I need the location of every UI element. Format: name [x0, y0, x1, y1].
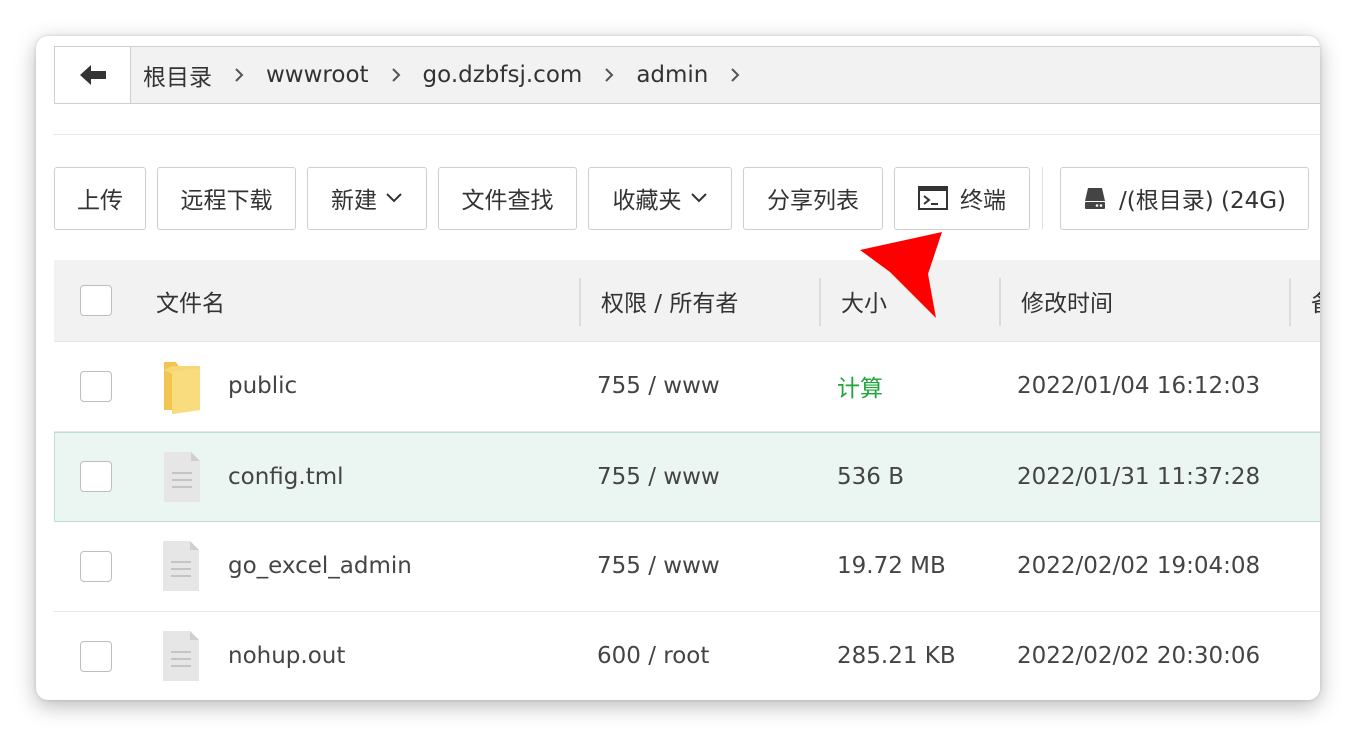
terminal-label: 终端: [960, 188, 1006, 214]
file-manager-window: 根目录 wwwroot go.dzbfsj.com admin 上传 远程下载: [36, 36, 1320, 700]
header-filename[interactable]: 文件名: [156, 260, 225, 342]
table-row[interactable]: nohup.out 600 / root 285.21 KB 2022/02/0…: [54, 612, 1320, 700]
file-search-label: 文件查找: [461, 188, 554, 214]
column-separator: [999, 278, 1001, 326]
toolbar: 上传 远程下载 新建 文件查找 收藏夹 分享列表 终端 /(根目录) (24G): [54, 166, 1320, 230]
header-extra[interactable]: 备: [1311, 260, 1320, 342]
chevron-right-icon: [730, 67, 740, 83]
row-checkbox[interactable]: [80, 461, 112, 492]
row-permission[interactable]: 600 / root: [597, 612, 709, 700]
row-mtime: 2022/02/02 19:04:08: [1017, 553, 1261, 579]
folder-icon: [164, 362, 200, 414]
file-search-button[interactable]: 文件查找: [438, 166, 577, 230]
breadcrumb-domain[interactable]: go.dzbfsj.com: [423, 62, 583, 88]
remote-download-label: 远程下载: [180, 188, 273, 214]
terminal-icon: [918, 186, 948, 210]
column-separator: [819, 278, 821, 326]
column-separator: [1289, 278, 1291, 326]
row-mtime: 2022/01/04 16:12:03: [1017, 373, 1261, 399]
new-dropdown-button[interactable]: 新建: [307, 166, 427, 230]
breadcrumb-admin[interactable]: admin: [636, 62, 708, 88]
row-mtime: 2022/01/31 11:37:28: [1017, 464, 1261, 490]
table-row[interactable]: go_excel_admin 755 / www 19.72 MB 2022/0…: [54, 522, 1320, 612]
header-mtime[interactable]: 修改时间: [1021, 260, 1113, 342]
disk-label: /(根目录) (24G): [1118, 188, 1287, 214]
remote-download-button[interactable]: 远程下载: [157, 166, 296, 230]
row-filename[interactable]: config.tml: [228, 433, 344, 521]
file-icon: [163, 631, 199, 681]
row-permission[interactable]: 755 / www: [597, 433, 720, 521]
toolbar-separator: [1042, 167, 1043, 229]
file-icon: [163, 541, 199, 591]
favorites-dropdown-button[interactable]: 收藏夹: [588, 166, 732, 230]
table-header: 文件名 权限 / 所有者 大小 修改时间 备: [54, 260, 1320, 342]
row-mtime: 2022/02/02 20:30:06: [1017, 643, 1261, 669]
row-filename[interactable]: public: [228, 342, 297, 430]
new-label: 新建: [331, 188, 377, 214]
chevron-right-icon: [234, 67, 244, 83]
column-separator: [579, 278, 581, 326]
row-permission[interactable]: 755 / www: [597, 342, 720, 430]
table-row-selected[interactable]: config.tml 755 / www 536 B 2022/01/31 11…: [54, 432, 1320, 522]
terminal-button[interactable]: 终端: [894, 166, 1030, 230]
upload-button[interactable]: 上传: [54, 166, 146, 230]
file-icon: [164, 452, 200, 502]
favorites-label: 收藏夹: [612, 188, 682, 214]
hard-drive-icon: [1083, 186, 1107, 210]
share-list-button[interactable]: 分享列表: [743, 166, 883, 230]
row-size: 285.21 KB: [837, 643, 956, 669]
table-row[interactable]: public 755 / www 计算 2022/01/04 16:12:03: [54, 342, 1320, 432]
row-size-calc-link[interactable]: 计算: [837, 342, 883, 430]
breadcrumb-wwwroot[interactable]: wwwroot: [266, 62, 369, 88]
header-permission[interactable]: 权限 / 所有者: [601, 260, 738, 342]
chevron-down-icon: [385, 192, 403, 204]
red-arrow-pointer: [860, 232, 942, 318]
select-all-checkbox[interactable]: [80, 285, 112, 316]
row-checkbox[interactable]: [80, 641, 112, 672]
back-button[interactable]: [55, 47, 131, 103]
row-size: 536 B: [837, 464, 904, 490]
row-filename[interactable]: nohup.out: [228, 612, 345, 700]
breadcrumb-root[interactable]: 根目录: [143, 58, 212, 92]
divider: [54, 134, 1320, 135]
row-permission[interactable]: 755 / www: [597, 522, 720, 610]
chevron-down-icon: [690, 192, 708, 204]
share-list-label: 分享列表: [767, 188, 859, 214]
path-bar: 根目录 wwwroot go.dzbfsj.com admin: [54, 46, 1320, 104]
chevron-right-icon: [604, 67, 614, 83]
breadcrumb: 根目录 wwwroot go.dzbfsj.com admin: [131, 58, 762, 92]
arrow-left-icon: [79, 65, 106, 85]
row-checkbox[interactable]: [80, 551, 112, 582]
row-filename[interactable]: go_excel_admin: [228, 522, 412, 610]
row-size: 19.72 MB: [837, 553, 946, 579]
disk-button[interactable]: /(根目录) (24G): [1060, 166, 1309, 230]
chevron-right-icon: [391, 67, 401, 83]
upload-label: 上传: [77, 188, 123, 214]
row-checkbox[interactable]: [80, 371, 112, 402]
